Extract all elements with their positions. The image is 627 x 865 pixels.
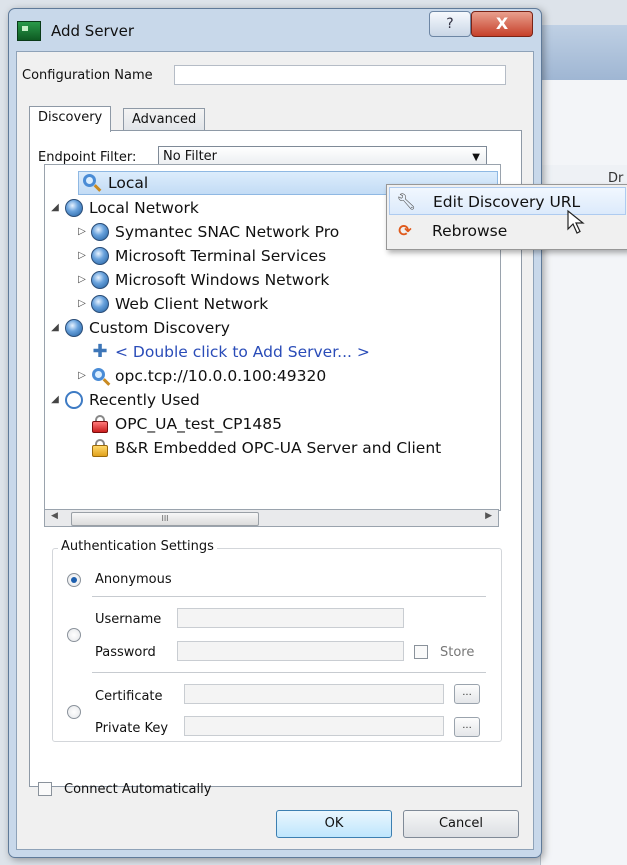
scroll-left-icon[interactable]: ◀ <box>51 511 58 521</box>
connect-automatically-label: Connect Automatically <box>64 782 212 797</box>
network-globe-icon <box>91 223 109 241</box>
separator <box>92 672 486 673</box>
expanded-arrow-icon[interactable]: ◢ <box>49 316 61 340</box>
expanded-arrow-icon[interactable]: ◢ <box>49 388 61 412</box>
tree-item-label: opc.tcp://10.0.0.100:49320 <box>115 367 327 385</box>
clock-icon <box>65 391 83 409</box>
wrench-icon: 🔧︎ <box>396 192 417 211</box>
config-name-label: Configuration Name <box>22 68 153 83</box>
certificate-browse-button[interactable]: ... <box>454 684 480 704</box>
password-input[interactable] <box>177 641 404 661</box>
menu-item-edit-discovery-url[interactable]: 🔧︎ Edit Discovery URL <box>389 187 626 215</box>
tree-item-label: Local <box>108 174 149 192</box>
red-lock-icon <box>92 421 108 433</box>
magnifier-handle <box>93 184 102 192</box>
connect-automatically-checkbox[interactable] <box>38 782 52 796</box>
certificate-input[interactable] <box>184 684 444 704</box>
magnifier-handle <box>102 378 111 386</box>
collapsed-arrow-icon[interactable]: ▷ <box>76 220 88 244</box>
title-bar[interactable]: Add Server ? X <box>9 9 541 51</box>
tree-item-label: Symantec SNAC Network Pro <box>115 223 340 241</box>
separator <box>92 596 486 597</box>
scroll-thumb[interactable]: III <box>71 512 259 526</box>
collapsed-arrow-icon[interactable]: ▷ <box>76 268 88 292</box>
password-label: Password <box>95 645 156 660</box>
dialog-title: Add Server <box>51 22 134 40</box>
anonymous-radio[interactable] <box>67 573 81 587</box>
tree-horizontal-scrollbar[interactable]: ◀ III ▶ <box>44 509 499 527</box>
scroll-right-icon[interactable]: ▶ <box>485 511 492 521</box>
menu-item-rebrowse[interactable]: ⟳ Rebrowse <box>389 217 626 245</box>
config-name-input[interactable] <box>174 65 506 85</box>
tab-discovery[interactable]: Discovery <box>29 106 112 132</box>
collapsed-arrow-icon[interactable]: ▷ <box>76 244 88 268</box>
certificate-label: Certificate <box>95 689 163 704</box>
username-input[interactable] <box>177 608 404 628</box>
tree-item-recently-used[interactable]: ◢ Recently Used <box>45 388 500 412</box>
help-button[interactable]: ? <box>429 11 471 37</box>
menu-item-label: Edit Discovery URL <box>433 193 581 211</box>
tree-item-label: Web Client Network <box>115 295 269 313</box>
private-key-label: Private Key <box>95 721 169 736</box>
globe-icon <box>65 199 83 217</box>
tab-advanced[interactable]: Advanced <box>123 108 206 132</box>
network-globe-icon <box>91 247 109 265</box>
expanded-arrow-icon[interactable]: ◢ <box>49 196 61 220</box>
app-icon <box>17 21 41 41</box>
tree-item-add-server[interactable]: ✚ < Double click to Add Server... > <box>45 340 500 364</box>
tree-item-recent-server[interactable]: B&R Embedded OPC-UA Server and Client <box>45 436 500 460</box>
menu-item-label: Rebrowse <box>432 222 508 240</box>
collapsed-arrow-icon[interactable]: ▷ <box>76 292 88 316</box>
tree-item-recent-server[interactable]: OPC_UA_test_CP1485 <box>45 412 500 436</box>
cancel-button[interactable]: Cancel <box>403 810 519 838</box>
collapsed-arrow-icon[interactable]: ▷ <box>76 364 88 388</box>
plus-icon: ✚ <box>92 341 108 362</box>
private-key-browse-button[interactable]: ... <box>454 717 480 737</box>
tree-item-label: B&R Embedded OPC-UA Server and Client <box>115 439 442 457</box>
authentication-title: Authentication Settings <box>58 539 217 554</box>
mouse-cursor-icon <box>567 209 585 234</box>
ok-button[interactable]: OK <box>276 810 392 838</box>
close-button[interactable]: X <box>471 11 533 37</box>
tree-item-label: Microsoft Windows Network <box>115 271 330 289</box>
network-globe-icon <box>91 271 109 289</box>
endpoint-filter-label: Endpoint Filter: <box>38 150 137 165</box>
background-app-toolbar <box>540 25 627 80</box>
anonymous-label: Anonymous <box>95 572 172 587</box>
store-label: Store <box>440 645 475 660</box>
tree-item-label: Microsoft Terminal Services <box>115 247 327 265</box>
username-label: Username <box>95 612 162 627</box>
username-password-radio[interactable] <box>67 628 81 642</box>
tree-item-label: Recently Used <box>89 391 200 409</box>
endpoint-filter-value: No Filter <box>163 149 218 164</box>
network-globe-icon <box>91 295 109 313</box>
store-checkbox[interactable] <box>414 645 428 659</box>
tree-item-label: Custom Discovery <box>89 319 230 337</box>
private-key-input[interactable] <box>184 716 444 736</box>
tree-item-label: OPC_UA_test_CP1485 <box>115 415 282 433</box>
tree-item-custom-discovery[interactable]: ◢ Custom Discovery <box>45 316 500 340</box>
tree-item-opc-endpoint[interactable]: ▷ opc.tcp://10.0.0.100:49320 <box>45 364 500 388</box>
tree-item-label: < Double click to Add Server... > <box>115 343 370 361</box>
globe-icon <box>65 319 83 337</box>
refresh-icon: ⟳ <box>398 221 412 240</box>
certificate-radio[interactable] <box>67 705 81 719</box>
gold-lock-icon <box>92 445 108 457</box>
tree-item-label: Local Network <box>89 199 199 217</box>
tree-item-windows-network[interactable]: ▷ Microsoft Windows Network <box>45 268 500 292</box>
tree-item-web-client-network[interactable]: ▷ Web Client Network <box>45 292 500 316</box>
tree-context-menu: 🔧︎ Edit Discovery URL ⟳ Rebrowse <box>386 184 627 250</box>
